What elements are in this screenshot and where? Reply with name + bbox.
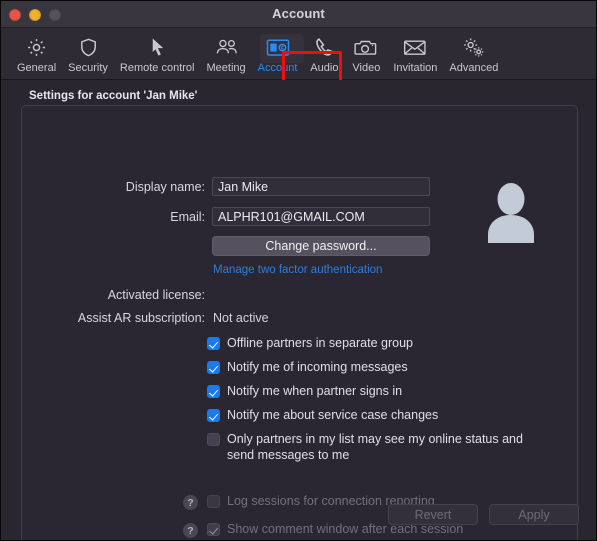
window-titlebar: Account bbox=[1, 1, 596, 28]
apply-button[interactable]: Apply bbox=[489, 504, 579, 525]
checkbox-row-only-partners-online-status[interactable]: Only partners in my list may see my onli… bbox=[207, 432, 542, 463]
people-icon bbox=[214, 35, 239, 59]
checkbox-label-notify-partner-signs-in: Notify me when partner signs in bbox=[227, 384, 403, 398]
toolbar-item-invitation[interactable]: Invitation bbox=[387, 32, 443, 77]
checkbox-row-notify-incoming-messages[interactable]: Notify me of incoming messages bbox=[207, 360, 557, 376]
checkbox-show-comment-window bbox=[207, 523, 220, 536]
change-password-row: Change password... bbox=[41, 236, 431, 256]
email-row: Email: bbox=[41, 207, 431, 226]
cursor-arrow-icon bbox=[146, 35, 169, 59]
toolbar-label-general: General bbox=[17, 62, 57, 74]
account-settings-pane: Settings for account 'Jan Mike' Display … bbox=[1, 80, 596, 540]
preferences-window: Account General Security Remote control … bbox=[0, 0, 597, 541]
activated-license-row: Activated license: bbox=[41, 288, 441, 302]
activated-license-label: Activated license: bbox=[107, 288, 205, 302]
toolbar-item-advanced[interactable]: Advanced bbox=[443, 32, 504, 77]
toolbar-item-video[interactable]: Video bbox=[345, 32, 387, 77]
toolbar-item-account[interactable]: Account bbox=[252, 32, 304, 77]
revert-button[interactable]: Revert bbox=[388, 504, 478, 525]
email-input[interactable] bbox=[212, 207, 430, 226]
checkbox-only-partners-online-status[interactable] bbox=[207, 433, 220, 446]
toolbar-label-security: Security bbox=[68, 62, 108, 74]
double-gear-icon bbox=[461, 35, 486, 59]
toolbar-label-video: Video bbox=[352, 62, 381, 74]
checkbox-notify-incoming-messages[interactable] bbox=[207, 361, 220, 374]
id-card-icon bbox=[266, 35, 290, 59]
checkbox-offline-partners[interactable] bbox=[207, 337, 220, 350]
manage-two-factor-authentication-link[interactable]: Manage two factor authentication bbox=[213, 264, 382, 276]
toolbar-label-audio: Audio bbox=[310, 62, 339, 74]
toolbar-item-general[interactable]: General bbox=[11, 32, 62, 77]
assist-ar-subscription-value: Not active bbox=[213, 311, 269, 325]
preferences-toolbar: General Security Remote control Meeting … bbox=[1, 28, 596, 103]
checkbox-notify-partner-signs-in[interactable] bbox=[207, 385, 220, 398]
help-icon-log-sessions[interactable]: ? bbox=[183, 495, 198, 510]
shield-icon bbox=[77, 35, 100, 59]
checkbox-label-notify-incoming-messages: Notify me of incoming messages bbox=[227, 360, 408, 374]
display-name-label: Display name: bbox=[125, 179, 205, 194]
gear-icon bbox=[25, 35, 48, 59]
checkbox-label-only-partners-online-status: Only partners in my list may see my onli… bbox=[227, 432, 523, 462]
toolbar-label-meeting: Meeting bbox=[206, 62, 246, 74]
settings-group-label: Settings for account 'Jan Mike' bbox=[29, 90, 198, 102]
toolbar-label-account: Account bbox=[257, 62, 298, 74]
checkbox-notify-service-case-changes[interactable] bbox=[207, 409, 220, 422]
checkbox-row-notify-partner-signs-in[interactable]: Notify me when partner signs in bbox=[207, 384, 557, 400]
window-title: Account bbox=[272, 6, 325, 21]
change-password-button[interactable]: Change password... bbox=[212, 236, 430, 256]
toolbar-label-invitation: Invitation bbox=[393, 62, 438, 74]
envelope-icon bbox=[403, 35, 427, 59]
toolbar-label-remote-control: Remote control bbox=[119, 62, 195, 74]
email-label: Email: bbox=[170, 209, 205, 224]
checkbox-log-sessions bbox=[207, 495, 220, 508]
camera-icon bbox=[354, 35, 378, 59]
avatar bbox=[478, 177, 544, 243]
toolbar-label-advanced: Advanced bbox=[449, 62, 499, 74]
display-name-row: Display name: bbox=[41, 177, 431, 196]
toolbar-item-remote-control[interactable]: Remote control bbox=[114, 32, 201, 77]
checkbox-label-notify-service-case-changes: Notify me about service case changes bbox=[227, 408, 439, 422]
checkbox-row-notify-service-case-changes[interactable]: Notify me about service case changes bbox=[207, 408, 557, 424]
display-name-input[interactable] bbox=[212, 177, 430, 196]
toolbar-item-audio[interactable]: Audio bbox=[303, 32, 345, 77]
checkbox-row-offline-partners[interactable]: Offline partners in separate group bbox=[207, 336, 557, 352]
user-silhouette-icon bbox=[488, 183, 534, 243]
checkbox-label-offline-partners: Offline partners in separate group bbox=[227, 336, 413, 350]
assist-ar-subscription-label: Assist AR subscription: bbox=[77, 311, 205, 325]
assist-ar-subscription-row: Assist AR subscription: Not active bbox=[41, 311, 441, 325]
toolbar-item-security[interactable]: Security bbox=[62, 32, 114, 77]
toolbar-item-meeting[interactable]: Meeting bbox=[200, 32, 251, 77]
help-icon-show-comment-window[interactable]: ? bbox=[183, 523, 198, 538]
two-factor-row: Manage two factor authentication bbox=[41, 264, 441, 276]
phone-handset-icon bbox=[313, 35, 336, 59]
